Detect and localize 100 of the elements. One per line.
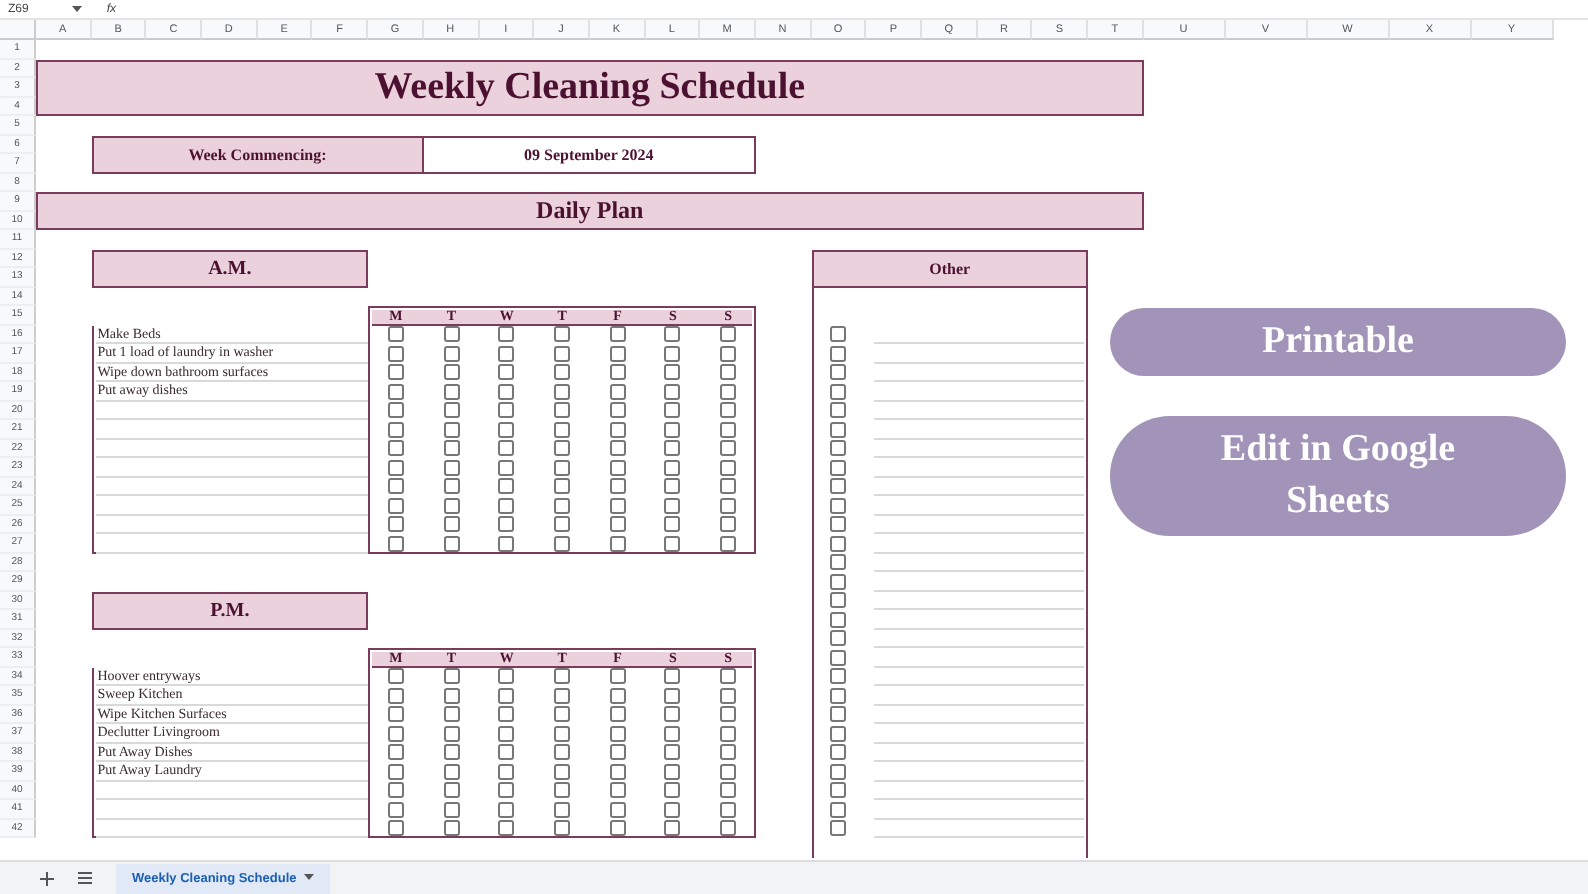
checkbox[interactable] (720, 364, 737, 381)
checkbox[interactable] (609, 364, 626, 381)
checkbox[interactable] (554, 440, 571, 457)
checkbox[interactable] (443, 516, 460, 533)
checkbox[interactable] (830, 592, 847, 609)
checkbox[interactable] (830, 782, 847, 799)
checkbox[interactable] (830, 706, 847, 723)
checkbox[interactable] (554, 668, 571, 685)
checkbox[interactable] (720, 782, 737, 799)
checkbox[interactable] (498, 364, 515, 381)
checkbox[interactable] (554, 364, 571, 381)
checkbox[interactable] (609, 706, 626, 723)
checkbox[interactable] (387, 421, 404, 438)
checkbox[interactable] (720, 383, 737, 400)
checkbox[interactable] (664, 820, 681, 837)
checkbox[interactable] (443, 763, 460, 780)
checkbox[interactable] (554, 820, 571, 837)
checkbox[interactable] (720, 497, 737, 514)
checkbox[interactable] (830, 440, 847, 457)
checkbox[interactable] (720, 440, 737, 457)
checkbox[interactable] (554, 706, 571, 723)
checkbox[interactable] (443, 326, 460, 343)
checkbox[interactable] (664, 478, 681, 495)
checkbox[interactable] (554, 801, 571, 818)
checkbox[interactable] (609, 383, 626, 400)
checkbox[interactable] (664, 440, 681, 457)
checkbox[interactable] (387, 440, 404, 457)
checkbox[interactable] (554, 478, 571, 495)
checkbox[interactable] (387, 326, 404, 343)
checkbox[interactable] (498, 421, 515, 438)
checkbox[interactable] (443, 440, 460, 457)
add-sheet-icon[interactable] (40, 871, 54, 885)
checkbox[interactable] (554, 687, 571, 704)
checkbox[interactable] (609, 535, 626, 552)
checkbox[interactable] (664, 497, 681, 514)
checkbox[interactable] (443, 345, 460, 362)
checkbox[interactable] (498, 782, 515, 799)
checkbox[interactable] (443, 497, 460, 514)
checkbox[interactable] (554, 535, 571, 552)
checkbox[interactable] (830, 573, 847, 590)
checkbox[interactable] (664, 421, 681, 438)
checkbox[interactable] (554, 516, 571, 533)
checkbox[interactable] (554, 402, 571, 419)
checkbox[interactable] (609, 687, 626, 704)
checkbox[interactable] (720, 763, 737, 780)
checkbox[interactable] (387, 535, 404, 552)
checkbox[interactable] (664, 801, 681, 818)
checkbox[interactable] (830, 459, 847, 476)
checkbox[interactable] (443, 744, 460, 761)
checkbox[interactable] (387, 497, 404, 514)
menu-icon[interactable] (78, 872, 92, 884)
week-value[interactable]: 09 September 2024 (423, 135, 756, 173)
checkbox[interactable] (720, 668, 737, 685)
checkbox[interactable] (387, 801, 404, 818)
checkbox[interactable] (554, 782, 571, 799)
checkbox[interactable] (830, 820, 847, 837)
checkbox[interactable] (830, 345, 847, 362)
checkbox[interactable] (387, 706, 404, 723)
checkbox[interactable] (387, 668, 404, 685)
checkbox[interactable] (387, 516, 404, 533)
checkbox[interactable] (830, 535, 847, 552)
checkbox[interactable] (609, 763, 626, 780)
checkbox[interactable] (720, 459, 737, 476)
checkbox[interactable] (609, 820, 626, 837)
checkbox[interactable] (830, 801, 847, 818)
checkbox[interactable] (498, 820, 515, 837)
checkbox[interactable] (609, 668, 626, 685)
caret-icon[interactable] (304, 874, 315, 882)
checkbox[interactable] (387, 478, 404, 495)
checkbox[interactable] (664, 402, 681, 419)
checkbox[interactable] (830, 687, 847, 704)
checkbox[interactable] (830, 326, 847, 343)
checkbox[interactable] (498, 668, 515, 685)
checkbox[interactable] (664, 516, 681, 533)
corner-cell[interactable] (0, 20, 36, 40)
checkbox[interactable] (554, 421, 571, 438)
checkbox[interactable] (498, 801, 515, 818)
checkbox[interactable] (498, 459, 515, 476)
checkbox[interactable] (554, 345, 571, 362)
checkbox[interactable] (609, 516, 626, 533)
checkbox[interactable] (830, 497, 847, 514)
checkbox[interactable] (664, 326, 681, 343)
checkbox[interactable] (720, 706, 737, 723)
checkbox[interactable] (443, 687, 460, 704)
checkbox[interactable] (830, 554, 847, 571)
checkbox[interactable] (443, 668, 460, 685)
checkbox[interactable] (387, 687, 404, 704)
checkbox[interactable] (609, 801, 626, 818)
checkbox[interactable] (830, 725, 847, 742)
checkbox[interactable] (554, 497, 571, 514)
checkbox[interactable] (387, 345, 404, 362)
checkbox[interactable] (443, 402, 460, 419)
checkbox[interactable] (498, 516, 515, 533)
checkbox[interactable] (443, 421, 460, 438)
checkbox[interactable] (720, 345, 737, 362)
checkbox[interactable] (830, 516, 847, 533)
checkbox[interactable] (830, 649, 847, 666)
checkbox[interactable] (609, 345, 626, 362)
checkbox[interactable] (609, 459, 626, 476)
checkbox[interactable] (830, 383, 847, 400)
